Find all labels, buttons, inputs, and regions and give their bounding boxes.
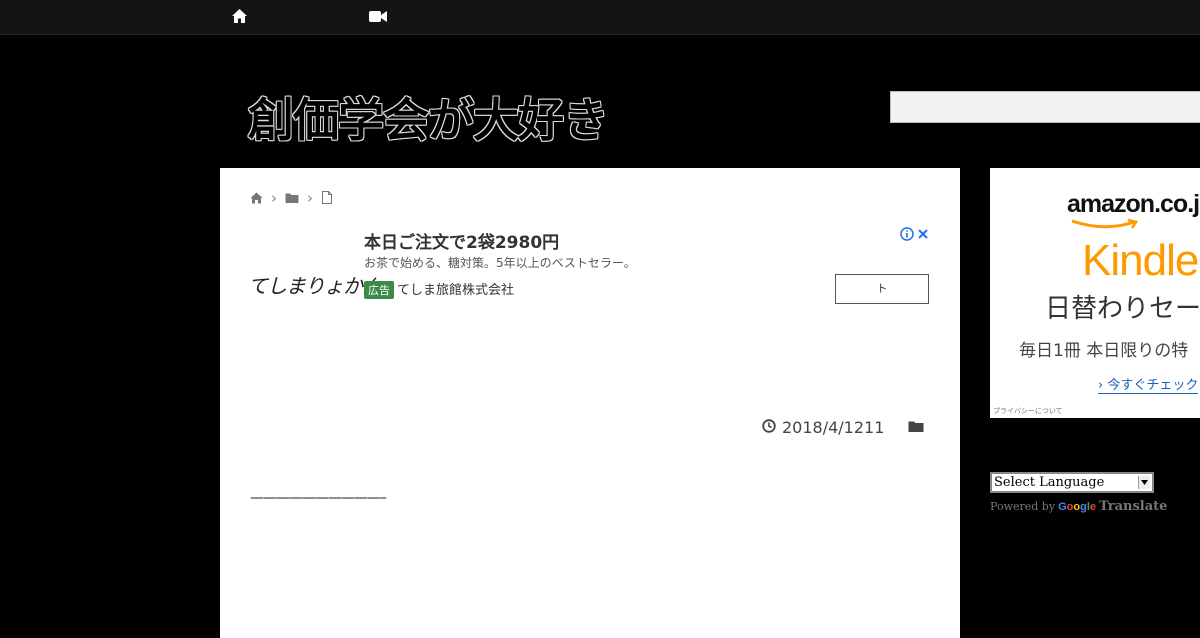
amazon-logo[interactable]: amazon.co.jp	[1067, 190, 1200, 219]
language-select-label: Select Language	[994, 475, 1105, 490]
sidebar-ad-headline: 日替わりセー	[1045, 294, 1200, 324]
top-navigation	[0, 0, 1200, 35]
chevron-down-icon[interactable]	[1138, 476, 1150, 489]
ad-headline[interactable]: 本日ご注文で2袋2980円	[364, 228, 559, 253]
ad-advertiser[interactable]: てしま旅館株式会社	[397, 279, 514, 298]
main-content: › › てしまりょかん 本日ご注文で2袋2980円 お茶で始める、糖対策。5年以…	[220, 168, 960, 638]
sidebar-ad-cta[interactable]: › 今すぐチェック	[1098, 374, 1199, 394]
amazon-smile-icon	[1071, 218, 1139, 229]
ad-description: お茶で始める、糖対策。5年以上のベストセラー。	[364, 256, 636, 270]
folder-icon[interactable]	[908, 418, 924, 437]
ad-choices	[900, 226, 930, 245]
post-divider: ——————————–	[250, 490, 387, 506]
breadcrumb: › ›	[250, 190, 333, 206]
site-title[interactable]: 創価学会が大好き	[248, 84, 609, 150]
privacy-link[interactable]: プライバシーについて	[993, 406, 1063, 416]
language-select[interactable]: Select Language	[990, 472, 1154, 493]
kindle-logo[interactable]: Kindle	[1082, 236, 1199, 286]
document-icon	[321, 189, 333, 208]
ad-badge: 広告	[364, 281, 394, 299]
breadcrumb-separator: ›	[271, 189, 277, 207]
video-camera-icon[interactable]	[368, 8, 387, 26]
breadcrumb-separator: ›	[307, 189, 313, 207]
folder-icon[interactable]	[285, 189, 299, 208]
ad-cta-button[interactable]: ト	[835, 274, 929, 304]
close-icon[interactable]	[916, 226, 930, 245]
clock-icon	[762, 418, 776, 437]
search-input[interactable]	[890, 91, 1200, 123]
ad-banner[interactable]: てしまりょかん 本日ご注文で2袋2980円 お茶で始める、糖対策。5年以上のベス…	[248, 226, 932, 306]
info-icon[interactable]	[900, 226, 914, 245]
google-logo[interactable]: Google	[1058, 501, 1096, 513]
advertiser-logo[interactable]: てしまりょかん	[248, 270, 382, 299]
sidebar-ad-subline: 毎日1冊 本日限りの特	[1019, 341, 1189, 361]
home-icon[interactable]	[231, 8, 249, 26]
sidebar-ad[interactable]: amazon.co.jp Kindle 日替わりセー 毎日1冊 本日限りの特 ›…	[990, 168, 1200, 418]
home-icon[interactable]	[250, 189, 263, 208]
powered-by-google-translate: Powered by Google Translate	[990, 499, 1167, 514]
translate-label[interactable]: Translate	[1099, 499, 1167, 514]
post-meta: 2018/4/1211	[762, 418, 924, 437]
post-date: 2018/4/1211	[782, 418, 885, 437]
powered-by-label: Powered by	[990, 500, 1056, 513]
